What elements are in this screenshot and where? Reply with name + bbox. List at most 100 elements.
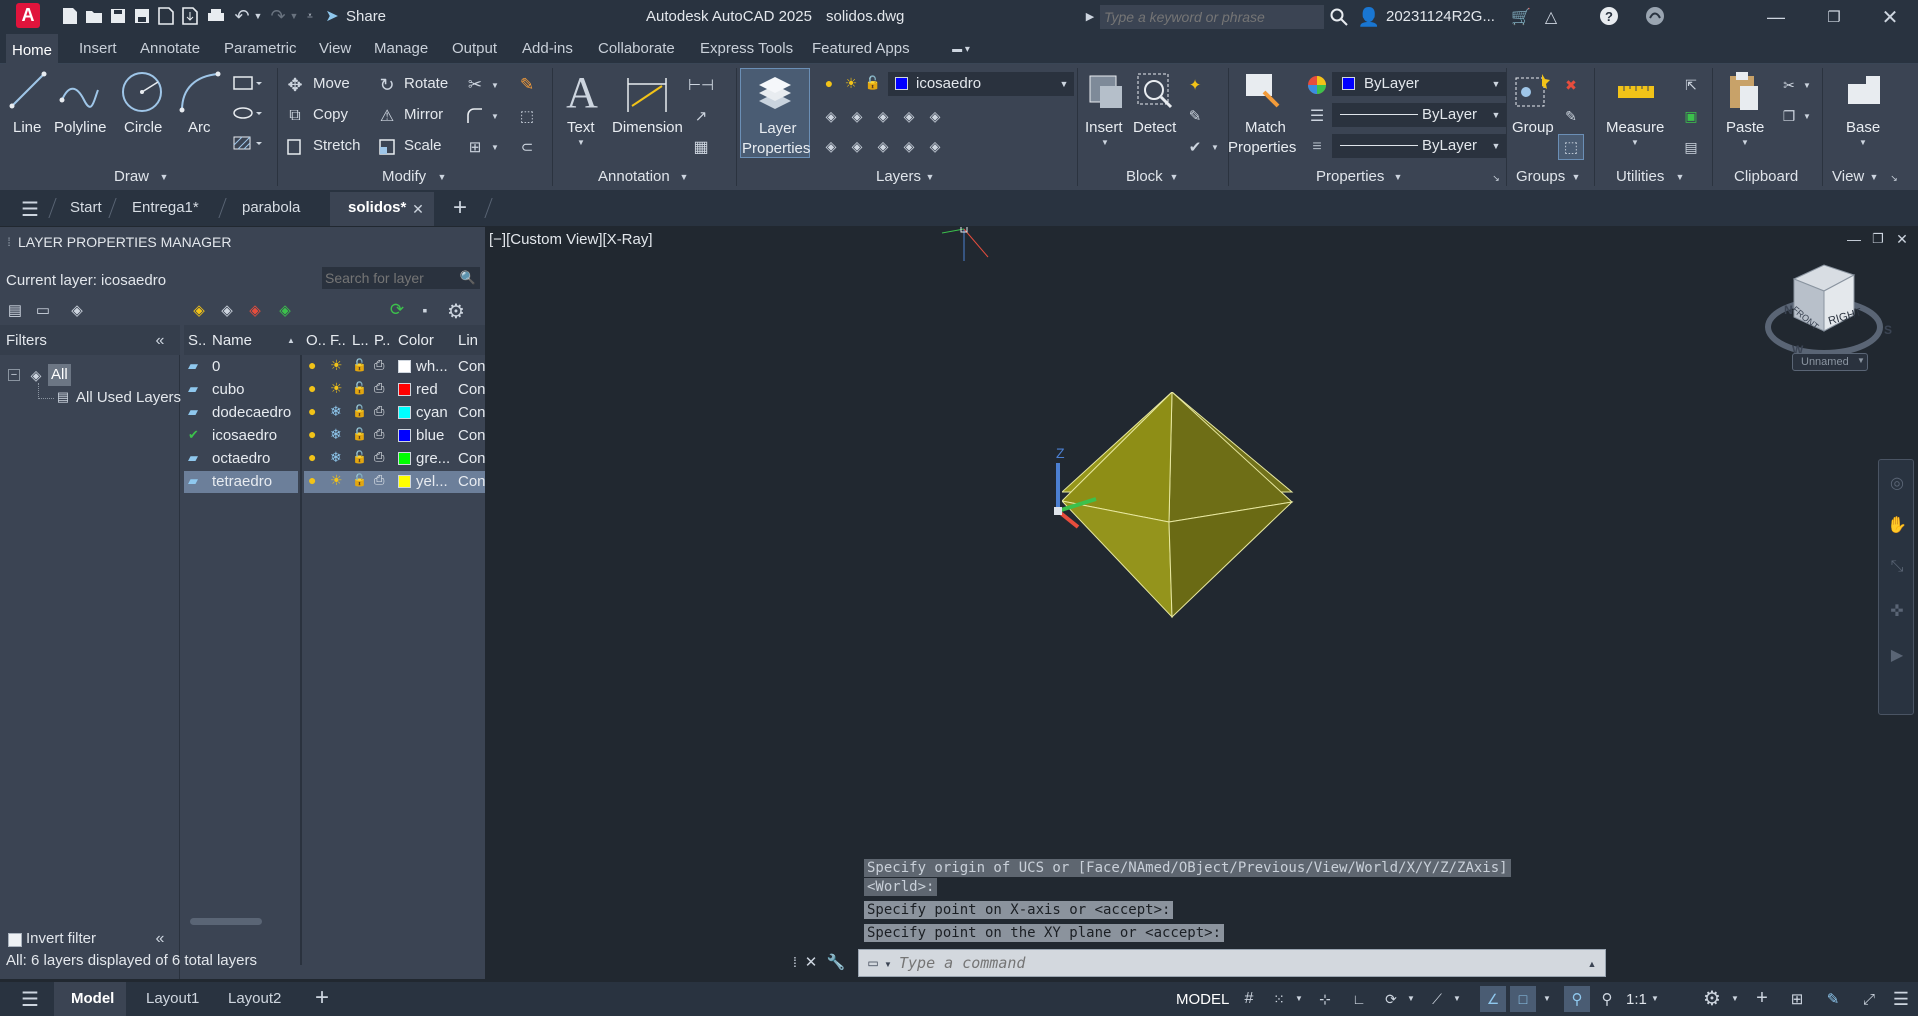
block-panel-label[interactable]: Block [1126, 168, 1163, 185]
circle-button[interactable]: Circle [124, 119, 162, 136]
dimension-button[interactable]: Dimension [612, 119, 683, 136]
properties-panel-label[interactable]: Properties [1316, 168, 1384, 185]
layer-linetype[interactable]: Con [458, 427, 486, 444]
layer-tool-icon[interactable]: ◈ [820, 136, 842, 156]
array-3d-icon[interactable]: ⬚ [516, 105, 538, 127]
detect-button[interactable]: Detect [1133, 119, 1176, 136]
viewport-restore-icon[interactable]: ❐ [1870, 231, 1886, 247]
isodraft-dropdown-icon[interactable]: ▼ [1452, 991, 1462, 1005]
layer-on-bulb-icon[interactable]: ● [820, 74, 838, 92]
layer-unlock-icon[interactable]: 🔓 [352, 358, 367, 372]
layout-tabs-menu-icon[interactable]: ☰ [18, 988, 42, 1011]
create-block-icon[interactable]: ✦ [1184, 74, 1206, 96]
layer-thaw-sun-icon[interactable]: ❄ [330, 426, 342, 443]
ortho-icon[interactable]: ∟ [1348, 988, 1370, 1010]
cut-dropdown-icon[interactable]: ▼ [1802, 78, 1812, 92]
layer-name[interactable]: dodecaedro [212, 404, 291, 421]
polar-dropdown-icon[interactable]: ▼ [1406, 991, 1416, 1005]
polyline-icon[interactable] [58, 70, 102, 110]
layer-unlock-icon[interactable]: 🔓 [352, 427, 367, 441]
compass-n[interactable]: N [1784, 303, 1793, 317]
layer-search-input[interactable] [322, 267, 480, 289]
layer-tool-icon[interactable]: ◈ [872, 106, 894, 126]
polar-tracking-icon[interactable]: ⟳ [1380, 988, 1402, 1010]
calculator-icon[interactable]: ▤ [1680, 136, 1702, 158]
infer-constraints-icon[interactable]: ⊹ [1314, 988, 1336, 1010]
text-icon[interactable]: A [560, 68, 604, 117]
layer-color-name[interactable]: wh... [416, 358, 448, 375]
layout1-tab[interactable]: Layout1 [146, 990, 199, 1007]
tab-annotate[interactable]: Annotate [140, 40, 200, 57]
open-file-icon[interactable] [84, 6, 104, 26]
autodesk-app-icon[interactable]: △ [1540, 6, 1562, 28]
invert-filter-label[interactable]: Invert filter [26, 930, 96, 947]
command-recent-dropdown-icon[interactable]: ▼ [883, 957, 893, 971]
copy-clip-dropdown-icon[interactable]: ▼ [1802, 109, 1812, 123]
doc-tab-parabola[interactable]: parabola [242, 199, 300, 216]
pan-icon[interactable]: ✋ [1887, 514, 1907, 536]
layer-name[interactable]: tetraedro [212, 473, 272, 490]
drawing-viewport[interactable]: [−][Custom View][X-Ray] — ❐ ✕ Z RIGHT FR… [488, 227, 1918, 979]
linetype-dropdown[interactable]: ByLayer ▼ [1332, 103, 1506, 127]
invert-filter-checkbox[interactable] [8, 933, 22, 947]
arc-button[interactable]: Arc [188, 119, 211, 136]
edit-attribute-icon[interactable]: ✔ [1184, 136, 1206, 158]
object-snap-tracking-icon[interactable]: ∠ [1480, 986, 1506, 1012]
doc-tab-start[interactable]: Start [70, 199, 102, 216]
view-panel-expand-icon[interactable]: ▼ [1868, 170, 1880, 184]
layer-linetype[interactable]: Con [458, 450, 486, 467]
minimize-window-icon[interactable]: — [1764, 6, 1788, 28]
trim-dropdown-icon[interactable]: ▼ [490, 78, 500, 92]
layer-color-swatch[interactable] [398, 475, 411, 488]
layer-plot-icon[interactable]: ⎙ [374, 380, 384, 396]
workspace-gear-icon[interactable]: ⚙ [1700, 986, 1724, 1010]
hatch-icon[interactable] [230, 134, 264, 152]
draw-panel-label[interactable]: Draw [114, 168, 149, 185]
layer-on-bulb-icon[interactable]: ● [308, 426, 316, 442]
layer-thaw-sun-icon[interactable]: ☀ [330, 472, 343, 489]
undo-icon[interactable]: ↶ [232, 6, 252, 26]
undo-dropdown-icon[interactable]: ▼ [252, 8, 264, 24]
new-file-icon[interactable] [60, 6, 80, 26]
col-freeze[interactable]: F.. [330, 332, 346, 349]
dimension-icon[interactable] [624, 70, 670, 114]
mirror-icon[interactable]: ⚠ [376, 105, 398, 127]
layer-plot-icon[interactable]: ⎙ [374, 472, 384, 488]
base-dropdown-icon[interactable]: ▼ [1858, 136, 1868, 148]
leader-icon[interactable]: ↗ [690, 105, 712, 127]
layer-linetype[interactable]: Con [458, 381, 486, 398]
tree-collapse-icon[interactable]: − [8, 369, 20, 381]
showmotion-icon[interactable]: ▶ [1887, 644, 1907, 666]
tab-featured-apps[interactable]: Featured Apps [812, 40, 910, 57]
detect-icon[interactable] [1134, 70, 1176, 114]
group-button[interactable]: Group [1512, 119, 1554, 136]
share-button[interactable]: Share [346, 8, 386, 25]
command-input[interactable] [899, 953, 1559, 973]
command-customize-icon[interactable]: 🔧 [826, 952, 846, 972]
view-dialog-launcher-icon[interactable]: ↘ [1888, 172, 1900, 184]
text-dropdown-icon[interactable]: ▼ [576, 136, 586, 148]
paste-dropdown-icon[interactable]: ▼ [1740, 136, 1750, 148]
tab-output[interactable]: Output [452, 40, 497, 57]
modify-panel-expand-icon[interactable]: ▼ [436, 170, 448, 184]
arc-icon[interactable] [178, 70, 222, 114]
viewport-controls-label[interactable]: [−][Custom View][X-Ray] [489, 231, 653, 248]
array-icon[interactable]: ⊞ [464, 136, 486, 158]
delete-layer-icon[interactable]: ◈ [244, 299, 266, 321]
layer-unlock-icon[interactable]: 🔓 [352, 381, 367, 395]
layer-color-swatch[interactable] [398, 360, 411, 373]
erase-icon[interactable]: ✎ [516, 74, 538, 96]
layer-linetype[interactable]: Con [458, 404, 486, 421]
override-icon[interactable]: ▪ [414, 299, 436, 321]
layer-name[interactable]: 0 [212, 358, 220, 375]
copy-icon[interactable]: ⧉ [284, 105, 306, 127]
col-linetype[interactable]: Lin [458, 332, 478, 349]
draw-panel-expand-icon[interactable]: ▼ [158, 170, 170, 184]
new-tab-plus-icon[interactable]: + [448, 194, 472, 221]
cart-icon[interactable]: 🛒 [1510, 6, 1532, 28]
copy-button[interactable]: Copy [313, 106, 348, 123]
fillet-icon[interactable] [464, 105, 486, 127]
grid-icon[interactable]: # [1238, 988, 1260, 1010]
insert-button[interactable]: Insert [1085, 119, 1123, 136]
lineweight-dropdown[interactable]: ByLayer ▼ [1332, 134, 1506, 158]
